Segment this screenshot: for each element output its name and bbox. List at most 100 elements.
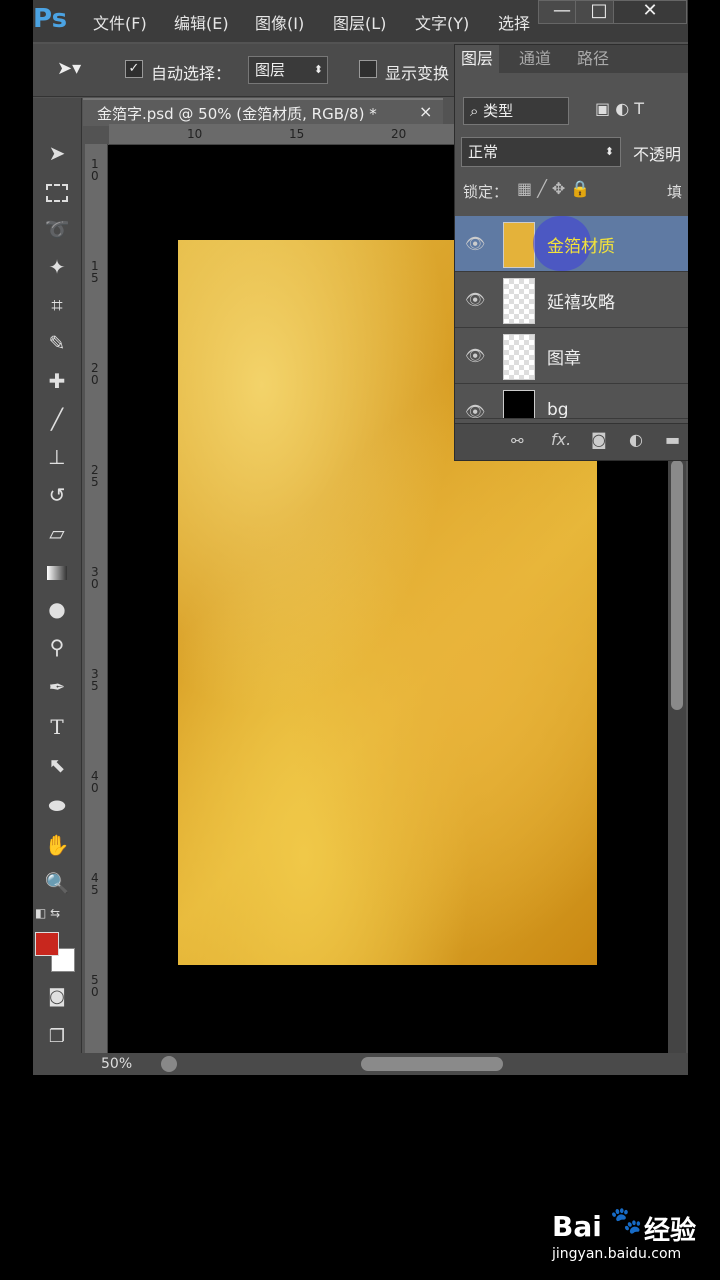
add-mask-icon[interactable]: ◙ bbox=[591, 430, 607, 449]
ruler-tick-label: 2 5 bbox=[91, 463, 99, 489]
layers-panel: 图层 通道 路径 ⌕ 类型 ▣ ◐ T 正常 ⬍ 不透明 锁定： ▦ ╱ ✥ 🔒… bbox=[454, 44, 688, 461]
menu-bar: Ps 文件(F) 编辑(E) 图像(I) 图层(L) 文字(Y) 选择 — □ … bbox=[33, 0, 688, 42]
move-tool-preset-icon[interactable]: ➤▾ bbox=[57, 58, 81, 79]
menu-type[interactable]: 文字(Y) bbox=[415, 10, 469, 34]
crop-icon[interactable]: ⌗ bbox=[37, 288, 77, 322]
auto-select-checkbox[interactable]: ✓ bbox=[125, 60, 143, 78]
shape-icon[interactable]: ⬬ bbox=[37, 788, 77, 822]
lock-icons[interactable]: ▦ ╱ ✥ 🔒 bbox=[517, 179, 590, 198]
document-tab-title: 金箔字.psd @ 50% (金箔材质, RGB/8) * bbox=[97, 105, 377, 123]
foreground-color-swatch[interactable] bbox=[35, 932, 59, 956]
menu-file[interactable]: 文件(F) bbox=[93, 10, 147, 34]
ruler-tick-label: 20 bbox=[391, 127, 407, 141]
eyedropper-icon[interactable]: ✎ bbox=[37, 326, 77, 360]
lasso-icon[interactable]: ➰ bbox=[37, 212, 77, 246]
default-colors-icon[interactable]: ◧ ⇆ bbox=[35, 906, 60, 920]
blur-icon[interactable]: ● bbox=[37, 592, 77, 626]
show-transform-label: 显示变换 bbox=[385, 64, 450, 83]
layer-thumbnail bbox=[503, 390, 535, 418]
paw-icon: 🐾 bbox=[610, 1206, 643, 1236]
status-bar: 50% bbox=[81, 1053, 688, 1075]
baidu-url: jingyan.baidu.com bbox=[552, 1246, 682, 1262]
layer-filter-dropdown[interactable]: ⌕ 类型 bbox=[463, 97, 569, 125]
filter-icons[interactable]: ▣ ◐ T bbox=[595, 99, 644, 118]
status-info-icon[interactable] bbox=[161, 1056, 177, 1072]
show-transform-checkbox[interactable] bbox=[359, 60, 377, 78]
marquee-icon[interactable] bbox=[37, 174, 77, 208]
ruler-tick-label: 3 0 bbox=[91, 565, 99, 591]
tab-layers[interactable]: 图层 bbox=[455, 45, 500, 73]
zoom-level[interactable]: 50% bbox=[101, 1056, 132, 1072]
layer-name: 图章 bbox=[547, 349, 581, 369]
layer-row-gold-material[interactable]: 👁 金箔材质 bbox=[455, 216, 688, 272]
auto-select-dropdown[interactable]: 图层 ⬍ bbox=[248, 56, 328, 84]
tab-channels[interactable]: 通道 bbox=[513, 45, 557, 73]
new-group-icon[interactable]: ▬ bbox=[665, 430, 680, 449]
pen-icon[interactable]: ✒ bbox=[37, 670, 77, 704]
menu-image[interactable]: 图像(I) bbox=[255, 10, 304, 34]
hand-icon[interactable]: ✋ bbox=[37, 828, 77, 862]
layer-thumbnail bbox=[503, 278, 535, 324]
link-layers-icon[interactable]: ⚯ bbox=[511, 432, 524, 450]
menu-select[interactable]: 选择 bbox=[498, 10, 530, 34]
blend-mode-dropdown[interactable]: 正常 ⬍ bbox=[461, 137, 621, 167]
document-tab[interactable]: 金箔字.psd @ 50% (金箔材质, RGB/8) * × bbox=[83, 98, 443, 126]
magic-wand-icon[interactable]: ✦ bbox=[37, 250, 77, 284]
dropdown-arrow-icon: ⬍ bbox=[604, 145, 614, 158]
vertical-scrollbar[interactable] bbox=[668, 460, 686, 1055]
menu-layer[interactable]: 图层(L) bbox=[333, 10, 386, 34]
ruler-tick-label: 4 0 bbox=[91, 769, 99, 795]
ruler-tick-label: 1 5 bbox=[91, 259, 99, 285]
move-icon[interactable]: ➤ bbox=[37, 136, 77, 170]
visibility-eye-icon[interactable]: 👁 bbox=[465, 402, 485, 418]
layer-name: 金箔材质 bbox=[547, 237, 615, 257]
ruler-tick-label: 4 5 bbox=[91, 871, 99, 897]
menu-edit[interactable]: 编辑(E) bbox=[174, 10, 229, 34]
close-tab-icon[interactable]: × bbox=[419, 102, 432, 121]
visibility-eye-icon[interactable]: 👁 bbox=[465, 346, 485, 365]
healing-icon[interactable]: ✚ bbox=[37, 364, 77, 398]
baidu-brand: Bai bbox=[552, 1210, 602, 1243]
ruler-tick-label: 2 0 bbox=[91, 361, 99, 387]
dropdown-arrow-icon: ⬍ bbox=[313, 63, 323, 76]
ruler-horizontal: 10 15 20 bbox=[109, 124, 489, 145]
photoshop-window: Ps 文件(F) 编辑(E) 图像(I) 图层(L) 文字(Y) 选择 — □ … bbox=[33, 0, 688, 1075]
zoom-icon[interactable]: 🔍 bbox=[37, 866, 77, 900]
ruler-tick-label: 15 bbox=[289, 127, 305, 141]
ruler-tick-label: 1 0 bbox=[91, 157, 99, 183]
search-icon: ⌕ bbox=[470, 102, 484, 120]
ruler-tick-label: 5 0 bbox=[91, 973, 99, 999]
baidu-watermark: Bai 🐾 经验 jingyan.baidu.com bbox=[552, 1200, 712, 1270]
layer-row-stamp[interactable]: 👁 图章 bbox=[455, 328, 688, 384]
layer-row-yanxi[interactable]: 👁 延禧攻略 bbox=[455, 272, 688, 328]
adjustment-layer-icon[interactable]: ◐ bbox=[629, 430, 643, 449]
stamp-icon[interactable]: ⊥ bbox=[37, 440, 77, 474]
close-button[interactable]: ✕ bbox=[613, 0, 687, 24]
gradient-icon[interactable] bbox=[37, 554, 77, 588]
screen-mode-icon[interactable]: ❐ bbox=[37, 1020, 77, 1054]
layer-thumbnail bbox=[503, 222, 535, 268]
ruler-tick-label: 10 bbox=[187, 127, 203, 141]
horizontal-scroll-thumb[interactable] bbox=[361, 1057, 503, 1071]
fx-icon[interactable]: fx. bbox=[551, 430, 571, 449]
auto-select-label: 自动选择： bbox=[151, 64, 232, 83]
path-select-icon[interactable]: ⬉ bbox=[37, 748, 77, 782]
history-brush-icon[interactable]: ↺ bbox=[37, 478, 77, 512]
blend-mode-value: 正常 bbox=[468, 143, 499, 161]
layer-row-bg[interactable]: 👁 bg bbox=[455, 384, 688, 419]
quick-mask-icon[interactable]: ◙ bbox=[37, 980, 77, 1014]
vertical-scroll-thumb[interactable] bbox=[671, 460, 683, 710]
type-icon[interactable]: T bbox=[37, 710, 77, 744]
tools-panel: ➤ ➰ ✦ ⌗ ✎ ✚ ╱ ⊥ ↺ ▱ ● ⚲ ✒ T ⬉ ⬬ ✋ 🔍 ◧ ⇆ … bbox=[33, 98, 82, 1075]
layer-name: 延禧攻略 bbox=[547, 293, 615, 313]
tab-paths[interactable]: 路径 bbox=[571, 45, 615, 73]
visibility-eye-icon[interactable]: 👁 bbox=[465, 234, 485, 253]
dodge-icon[interactable]: ⚲ bbox=[37, 630, 77, 664]
opacity-label: 不透明 bbox=[633, 145, 682, 164]
baidu-brand-suffix: 经验 bbox=[644, 1216, 697, 1246]
eraser-icon[interactable]: ▱ bbox=[37, 516, 77, 550]
brush-icon[interactable]: ╱ bbox=[37, 402, 77, 436]
ruler-vertical: 1 0 1 5 2 0 2 5 3 0 3 5 4 0 4 5 5 0 bbox=[85, 144, 108, 1056]
layer-thumbnail bbox=[503, 334, 535, 380]
visibility-eye-icon[interactable]: 👁 bbox=[465, 290, 485, 309]
